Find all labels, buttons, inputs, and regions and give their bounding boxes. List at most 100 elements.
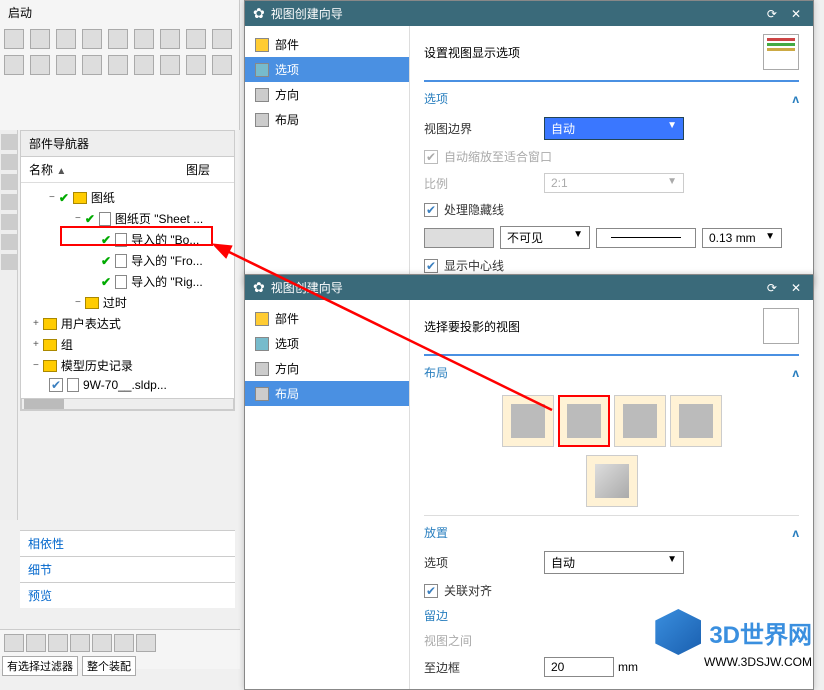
tool-icon[interactable] bbox=[30, 55, 50, 75]
tool-icon[interactable] bbox=[212, 29, 232, 49]
tree-group[interactable]: + 组 bbox=[25, 334, 230, 355]
wnav-layout[interactable]: 布局 bbox=[245, 107, 409, 132]
filter-icon[interactable] bbox=[114, 634, 134, 652]
combo-view-boundary[interactable]: 自动▼ bbox=[544, 117, 684, 140]
cube-icon bbox=[255, 312, 269, 326]
tool-icon[interactable] bbox=[212, 55, 232, 75]
tab-detail[interactable]: 细节 bbox=[20, 556, 235, 582]
tool-icon[interactable] bbox=[160, 29, 180, 49]
color-swatch[interactable] bbox=[424, 228, 494, 248]
close-icon[interactable]: ✕ bbox=[787, 281, 805, 295]
section-options[interactable]: 选项 bbox=[424, 90, 448, 107]
chevron-up-icon[interactable]: ʌ bbox=[792, 366, 799, 380]
side-tool-icon[interactable] bbox=[1, 254, 17, 270]
hscrollbar[interactable] bbox=[21, 398, 234, 410]
label-margin: 留边 bbox=[424, 607, 544, 624]
tool-icon[interactable] bbox=[56, 55, 76, 75]
assembly-filter[interactable]: 整个装配 bbox=[82, 656, 136, 676]
folder-icon bbox=[43, 318, 57, 330]
tool-icon[interactable] bbox=[108, 55, 128, 75]
layout-option-2[interactable] bbox=[558, 395, 610, 447]
list-icon bbox=[255, 63, 269, 77]
start-label[interactable]: 启动 bbox=[0, 0, 239, 25]
checkbox-relate-align[interactable]: ✔ bbox=[424, 584, 438, 598]
wnav-orient[interactable]: 方向 bbox=[245, 82, 409, 107]
wnav-layout[interactable]: 布局 bbox=[245, 381, 409, 406]
folder-icon bbox=[43, 339, 57, 351]
tab-preview[interactable]: 预览 bbox=[20, 582, 235, 608]
tool-icon[interactable] bbox=[4, 55, 24, 75]
tool-icon[interactable] bbox=[82, 55, 102, 75]
tree-import-rig[interactable]: ✔ 导入的 "Rig... bbox=[25, 271, 230, 292]
part-icon bbox=[67, 378, 79, 392]
label-hidden-line: 处理隐藏线 bbox=[444, 201, 564, 218]
tool-icon[interactable] bbox=[82, 29, 102, 49]
side-tool-icon[interactable] bbox=[1, 194, 17, 210]
combo-line-weight[interactable]: 0.13 mm▼ bbox=[702, 228, 782, 248]
side-tool-icon[interactable] bbox=[1, 154, 17, 170]
wnav-option[interactable]: 选项 bbox=[245, 57, 409, 82]
label-between-views: 视图之间 bbox=[424, 632, 544, 649]
section-layout[interactable]: 布局 bbox=[424, 364, 448, 381]
folder-icon bbox=[73, 192, 87, 204]
tool-icon[interactable] bbox=[134, 29, 154, 49]
input-to-border[interactable]: 20 bbox=[544, 657, 614, 677]
side-tool-icon[interactable] bbox=[1, 234, 17, 250]
tool-icon[interactable] bbox=[30, 29, 50, 49]
side-tool-icon[interactable] bbox=[1, 134, 17, 150]
reset-icon[interactable]: ⟳ bbox=[763, 281, 781, 295]
wnav-part[interactable]: 部件 bbox=[245, 32, 409, 57]
tool-icon[interactable] bbox=[186, 55, 206, 75]
layout-option-4[interactable] bbox=[670, 395, 722, 447]
compass-icon bbox=[255, 362, 269, 376]
wnav-orient[interactable]: 方向 bbox=[245, 356, 409, 381]
tool-icon[interactable] bbox=[134, 55, 154, 75]
filter-icon[interactable] bbox=[4, 634, 24, 652]
side-tool-icon[interactable] bbox=[1, 174, 17, 190]
filter-icon[interactable] bbox=[70, 634, 90, 652]
highlight-box bbox=[60, 226, 213, 246]
wnav-part[interactable]: 部件 bbox=[245, 306, 409, 331]
col-name[interactable]: 名称 bbox=[29, 163, 53, 177]
side-tool-icon[interactable] bbox=[1, 214, 17, 230]
wnav-option[interactable]: 选项 bbox=[245, 331, 409, 356]
reset-icon[interactable]: ⟳ bbox=[763, 7, 781, 21]
filter-icon[interactable] bbox=[136, 634, 156, 652]
tree-root[interactable]: −✔ 图纸 bbox=[25, 187, 230, 208]
chevron-up-icon[interactable]: ʌ bbox=[792, 526, 799, 540]
tree-sldp[interactable]: ✔ 9W-70__.sldp... bbox=[25, 376, 230, 394]
close-icon[interactable]: ✕ bbox=[787, 7, 805, 21]
layout-option-5[interactable] bbox=[586, 455, 638, 507]
chevron-up-icon[interactable]: ʌ bbox=[792, 92, 799, 106]
checkbox-hidden-line[interactable]: ✔ bbox=[424, 203, 438, 217]
gear-icon: ✿ bbox=[253, 5, 265, 22]
view-wizard-1: ✿ 视图创建向导 ⟳ ✕ 部件 选项 方向 布局 设置视图显示选项 选项ʌ 视图… bbox=[244, 0, 814, 287]
line-style[interactable] bbox=[596, 228, 696, 248]
checkbox-show-center[interactable]: ✔ bbox=[424, 259, 438, 273]
tool-icon[interactable] bbox=[160, 55, 180, 75]
filter-icon[interactable] bbox=[92, 634, 112, 652]
label-to-border: 至边框 bbox=[424, 659, 544, 676]
tool-icon[interactable] bbox=[4, 29, 24, 49]
tool-icon[interactable] bbox=[108, 29, 128, 49]
label-auto-scale: 自动缩放至适合窗口 bbox=[444, 148, 564, 165]
tab-dependency[interactable]: 相依性 bbox=[20, 530, 235, 556]
label-option: 选项 bbox=[424, 554, 544, 571]
layout-option-3[interactable] bbox=[614, 395, 666, 447]
tree-import-fro[interactable]: ✔ 导入的 "Fro... bbox=[25, 250, 230, 271]
tree-history[interactable]: − 模型历史记录 bbox=[25, 355, 230, 376]
layout-option-1[interactable] bbox=[502, 395, 554, 447]
filter-icon[interactable] bbox=[48, 634, 68, 652]
wizard-title: 视图创建向导 bbox=[271, 279, 343, 296]
tool-icon[interactable] bbox=[186, 29, 206, 49]
folder-icon bbox=[43, 360, 57, 372]
combo-invisible[interactable]: 不可见▼ bbox=[500, 226, 590, 249]
col-layer[interactable]: 图层 bbox=[186, 161, 226, 178]
selection-filter[interactable]: 有选择过滤器 bbox=[2, 656, 78, 676]
tree-user-expr[interactable]: + 用户表达式 bbox=[25, 313, 230, 334]
tree-obsolete[interactable]: − 过时 bbox=[25, 292, 230, 313]
section-place[interactable]: 放置 bbox=[424, 524, 448, 541]
filter-icon[interactable] bbox=[26, 634, 46, 652]
combo-option[interactable]: 自动▼ bbox=[544, 551, 684, 574]
tool-icon[interactable] bbox=[56, 29, 76, 49]
